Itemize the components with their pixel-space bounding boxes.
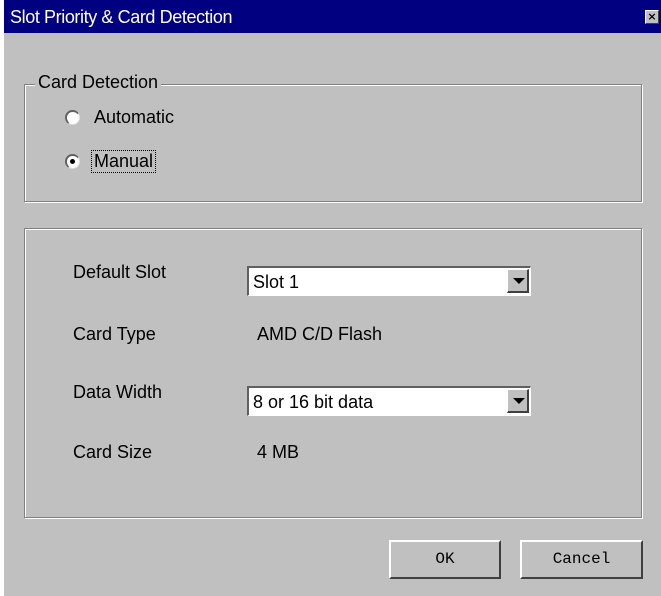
radio-automatic[interactable]: Automatic [65,106,176,128]
default-slot-value: Slot 1 [253,272,300,292]
default-slot-select[interactable]: Slot 1 [247,266,531,296]
card-detection-group: Card Detection Automatic Manual [24,72,642,202]
data-width-dropdown-button[interactable] [507,389,529,413]
card-type-value: AMD C/D Flash [257,324,383,344]
card-settings-panel: Default Slot Slot 1 Card Type AMD C/D Fl… [24,228,642,518]
card-size-value: 4 MB [257,442,300,462]
close-icon: × [647,10,657,23]
radio-manual-circle[interactable] [65,153,80,169]
radio-automatic-label[interactable]: Automatic [92,107,176,128]
default-slot-dropdown-button[interactable] [507,269,529,293]
title-bar[interactable]: Slot Priority & Card Detection × [4,0,661,33]
radio-automatic-circle[interactable] [65,109,80,125]
card-detection-legend: Card Detection [35,72,162,93]
radio-selected-dot [70,158,75,164]
card-type-label: Card Type [73,324,156,344]
radio-manual[interactable]: Manual [65,149,157,173]
card-size-label: Card Size [73,442,153,462]
close-button[interactable]: × [645,10,659,24]
chevron-down-icon [513,278,525,284]
ok-button[interactable]: OK [389,540,501,579]
data-width-value: 8 or 16 bit data [253,392,374,412]
data-width-select[interactable]: 8 or 16 bit data [247,386,531,416]
cancel-button[interactable]: Cancel [520,540,643,579]
radio-manual-label[interactable]: Manual [90,149,157,173]
default-slot-label: Default Slot [73,262,167,282]
data-width-label: Data Width [73,382,163,402]
dialog-window: Slot Priority & Card Detection × Card De… [4,0,661,596]
window-title: Slot Priority & Card Detection [10,7,233,27]
chevron-down-icon [513,398,525,404]
